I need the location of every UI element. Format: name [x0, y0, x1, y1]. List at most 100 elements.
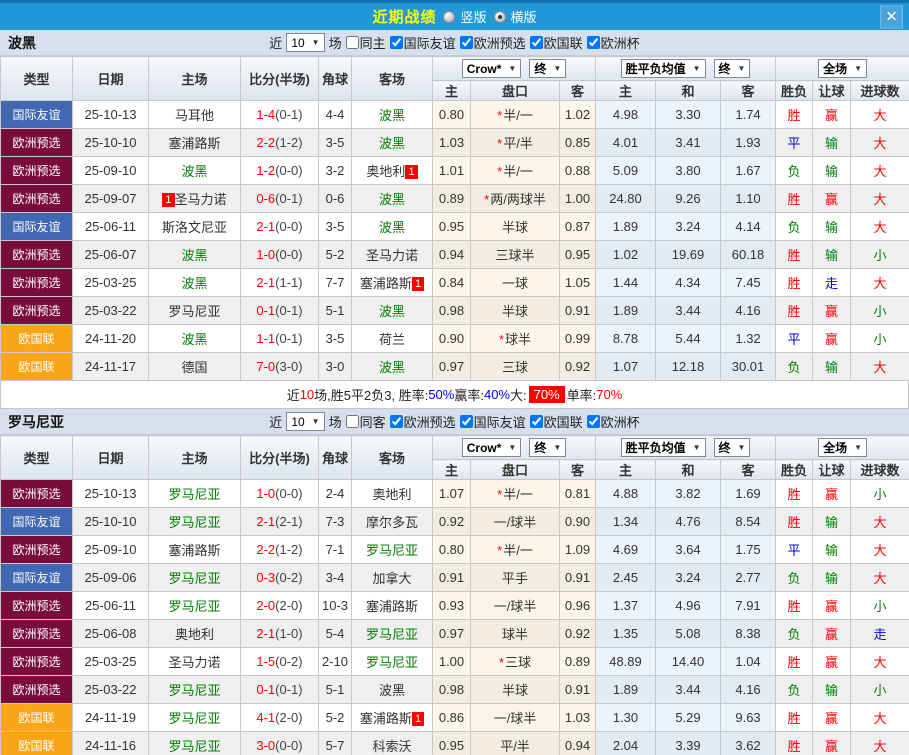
avg-home-odds: 4.69 [613, 542, 638, 557]
competition-2-checkbox[interactable] [530, 36, 543, 49]
match-count-select[interactable]: 10 ▼ [286, 33, 324, 52]
chevron-down-icon: ▼ [508, 443, 516, 452]
competition-3-checkbox[interactable] [587, 36, 600, 49]
avg-away-odds-cell: 1.75 [721, 536, 776, 564]
competition-1-checkbox[interactable] [460, 36, 473, 49]
date-cell: 25-10-13 [73, 480, 149, 508]
avg-stage-select[interactable]: 终▼ [714, 59, 751, 78]
home-team-cell: 罗马尼亚 [149, 480, 241, 508]
avg-away-odds: 1.75 [735, 542, 760, 557]
avg-stage-select[interactable]: 终▼ [714, 438, 751, 457]
avg-draw-odds: 4.96 [675, 598, 700, 613]
avg-away-odds-cell: 60.18 [721, 241, 776, 269]
away-team-name: 波黑 [379, 192, 405, 207]
match-result: 胜 [788, 711, 801, 726]
handicap-result: 输 [825, 571, 838, 586]
avg-away-odds-cell: 1.93 [721, 129, 776, 157]
bookmaker-select[interactable]: Crow*▼ [462, 59, 522, 78]
match-date: 24-11-19 [85, 710, 136, 725]
date-cell: 24-11-16 [73, 732, 149, 755]
summary-part: 赢率: [454, 385, 484, 404]
match-type-label: 欧国联 [18, 711, 54, 725]
goals-result: 大 [874, 164, 887, 179]
chevron-down-icon: ▼ [312, 38, 320, 47]
avg-home-odds-cell: 4.01 [596, 129, 656, 157]
vertical-radio[interactable] [443, 11, 455, 23]
avg-home-odds-cell: 24.80 [596, 185, 656, 213]
home-team-name: 波黑 [181, 276, 207, 291]
handicap-result: 赢 [825, 487, 838, 502]
home-team-name: 罗马尼亚 [168, 599, 220, 614]
home-team-name: 罗马尼亚 [168, 571, 220, 586]
competition-0-checkbox[interactable] [390, 36, 403, 49]
handicap-result: 赢 [825, 599, 838, 614]
column-home: 主场 [149, 57, 241, 101]
home-team-cell: 罗马尼亚 [149, 297, 241, 325]
handicap-result-cell: 赢 [813, 620, 851, 648]
competition-0-checkbox[interactable] [390, 415, 403, 428]
away-team-cell: 加拿大 [352, 564, 433, 592]
match-result-cell: 平 [776, 325, 813, 353]
away-team-name: 罗马尼亚 [366, 627, 418, 642]
horizontal-radio[interactable] [494, 11, 506, 23]
crow-home-odds-cell: 0.97 [433, 353, 471, 381]
avg-odds-select[interactable]: 胜平负均值▼ [621, 59, 706, 78]
away-team-name: 奥地利 [366, 164, 405, 179]
fulltime-score: 1-0 [256, 247, 275, 262]
avg-home-odds: 1.35 [613, 626, 638, 641]
competition-2-checkbox[interactable] [530, 415, 543, 428]
goals-result-cell: 大 [851, 157, 909, 185]
match-type-label: 欧洲预选 [12, 136, 60, 150]
goals-result: 大 [874, 276, 887, 291]
avg-odds-select[interactable]: 胜平负均值▼ [621, 438, 706, 457]
home-team-cell: 罗马尼亚 [149, 508, 241, 536]
match-result: 胜 [788, 739, 801, 754]
crow-away-odds-cell: 0.91 [560, 564, 596, 592]
match-result: 平 [788, 332, 801, 347]
goals-result-cell: 大 [851, 101, 909, 129]
corner-count: 2-10 [322, 654, 348, 669]
competition-3-checkbox[interactable] [587, 415, 600, 428]
same-venue-label: 同客 [360, 412, 386, 431]
chevron-down-icon: ▼ [738, 443, 746, 452]
chevron-down-icon: ▼ [312, 417, 320, 426]
crow-away-odds-cell: 1.03 [560, 704, 596, 732]
odds-stage-select[interactable]: 终▼ [529, 59, 566, 78]
avg-home-odds: 24.80 [609, 191, 642, 206]
match-date: 25-03-22 [84, 303, 136, 318]
same-venue-checkbox[interactable] [346, 36, 359, 49]
same-venue-checkbox[interactable] [346, 415, 359, 428]
halftime-score: (0-0) [275, 163, 302, 178]
match-count-select-label: 10 [291, 36, 304, 50]
table-row: 欧国联24-11-20波黑1-1(0-1)3-5荷兰0.90*球半0.998.7… [1, 325, 909, 353]
match-type-cell: 欧国联 [1, 732, 73, 755]
chevron-down-icon: ▼ [553, 443, 561, 452]
corner-cell: 3-4 [319, 564, 352, 592]
corner-count: 3-2 [326, 163, 345, 178]
fulltime-select[interactable]: 全场▼ [818, 438, 867, 457]
match-count-select[interactable]: 10▼ [286, 412, 324, 431]
avg-draw-odds: 3.64 [675, 542, 700, 557]
avg-away-odds-cell: 8.54 [721, 508, 776, 536]
bookmaker-select[interactable]: Crow*▼ [462, 438, 522, 457]
bookmaker-select-label: Crow* [467, 62, 502, 76]
avg-away-odds-cell: 1.74 [721, 101, 776, 129]
halftime-score: (2-0) [275, 598, 302, 613]
close-icon[interactable]: ✕ [880, 5, 903, 28]
avg-away-odds-cell: 2.77 [721, 564, 776, 592]
competition-0-label: 国际友谊 [404, 33, 456, 52]
goals-result-cell: 大 [851, 536, 909, 564]
avg-away-odds: 7.45 [735, 275, 760, 290]
match-date: 25-09-10 [84, 542, 136, 557]
date-cell: 25-09-10 [73, 157, 149, 185]
odds-stage-select[interactable]: 终▼ [529, 438, 566, 457]
score-cell: 3-0(0-0) [241, 732, 319, 755]
crow-home-odds-cell: 0.80 [433, 101, 471, 129]
odds-source-group: Crow*▼ 终▼ [433, 57, 596, 81]
crow-home-odds: 0.95 [439, 219, 464, 234]
match-result-cell: 负 [776, 620, 813, 648]
fulltime-select[interactable]: 全场▼ [818, 59, 867, 78]
handicap-result: 赢 [825, 192, 838, 207]
competition-1-checkbox[interactable] [460, 415, 473, 428]
avg-draw-odds-cell: 3.30 [656, 101, 721, 129]
